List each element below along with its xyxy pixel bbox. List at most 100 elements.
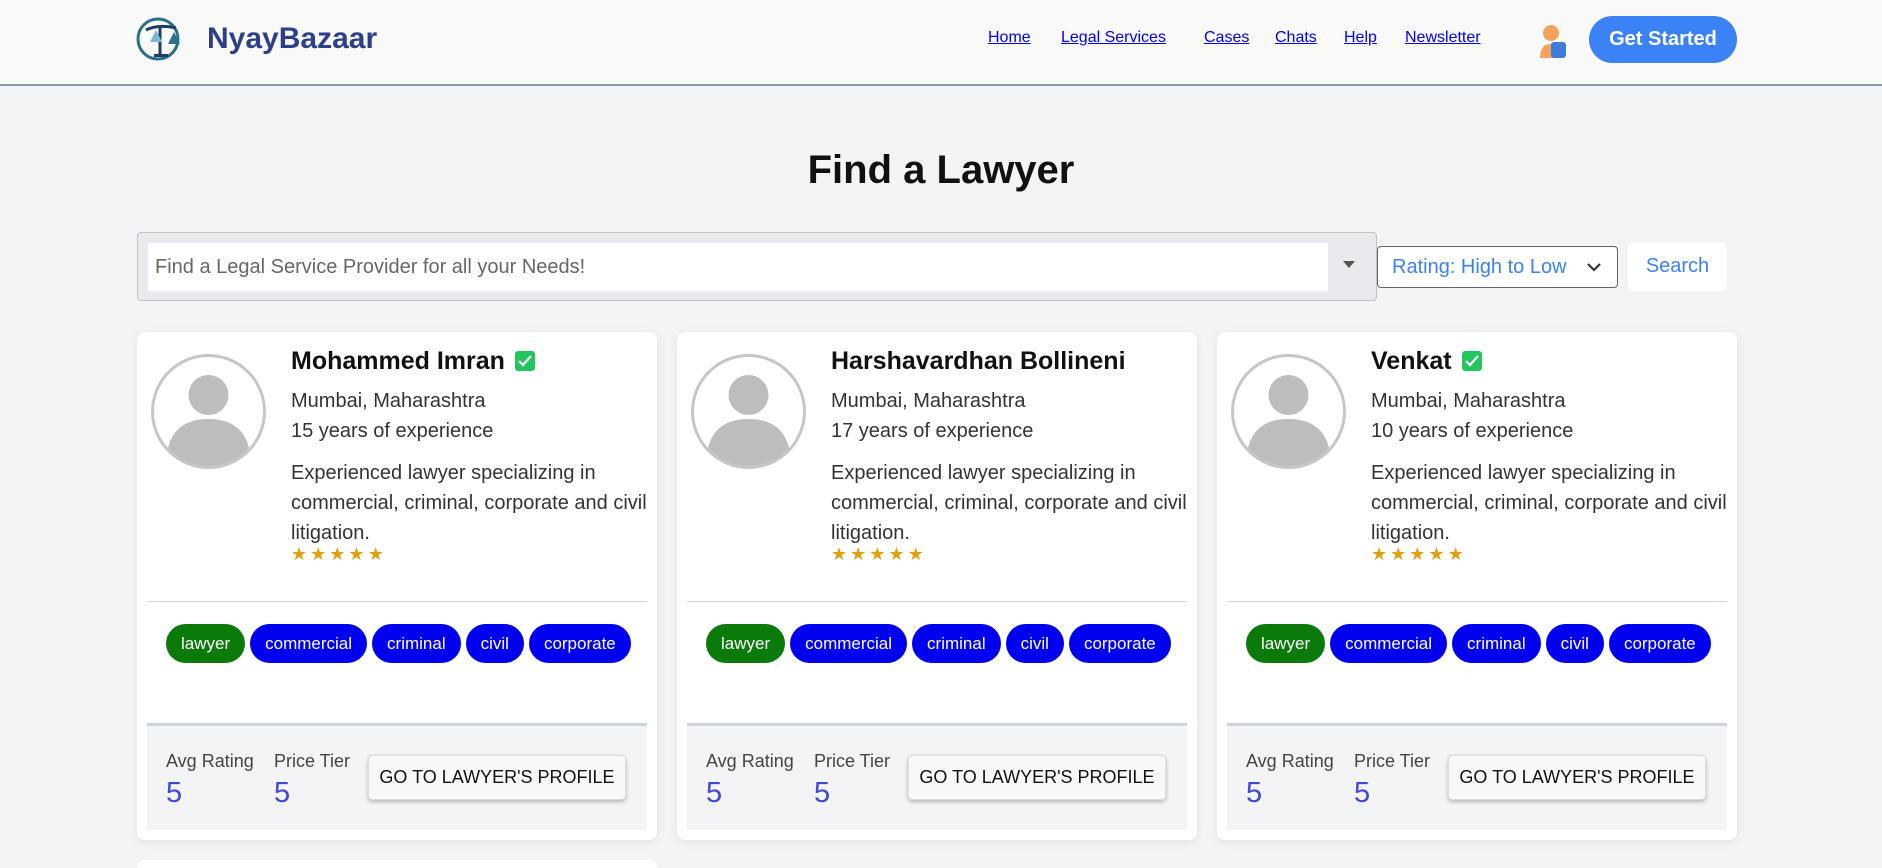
lawyer-location: Mumbai, Maharashtra bbox=[1371, 390, 1566, 412]
tag-lawyer[interactable]: lawyer bbox=[166, 624, 246, 663]
search-button[interactable]: Search bbox=[1628, 242, 1727, 291]
lawyer-card: Venkat Mumbai, Maharashtra 10 years of e… bbox=[1217, 332, 1737, 840]
price-tier-label: Price Tier bbox=[1354, 751, 1431, 771]
tag-civil[interactable]: civil bbox=[465, 624, 524, 663]
get-started-button[interactable]: Get Started bbox=[1589, 16, 1737, 63]
star-icon: ★ bbox=[367, 544, 384, 565]
price-tier-stat: Price Tier 5 bbox=[1354, 751, 1430, 810]
tag-corporate[interactable]: corporate bbox=[528, 624, 631, 663]
lawyer-description: Experienced lawyer specializing in comme… bbox=[291, 462, 647, 544]
avg-rating-value: 5 bbox=[706, 777, 723, 809]
user-icon[interactable] bbox=[1538, 24, 1568, 58]
star-icon: ★ bbox=[907, 544, 924, 565]
lawyer-card-partial bbox=[137, 860, 657, 868]
star-icon: ★ bbox=[831, 544, 848, 565]
avg-rating-stat: Avg Rating 5 bbox=[706, 751, 794, 810]
price-tier-value: 5 bbox=[814, 777, 831, 809]
lawyer-description: Experienced lawyer specializing in comme… bbox=[1371, 462, 1727, 544]
avg-rating-label: Avg Rating bbox=[166, 751, 254, 771]
nav-cases[interactable]: Cases bbox=[1204, 29, 1249, 47]
tag-civil[interactable]: civil bbox=[1545, 624, 1604, 663]
avg-rating-stat: Avg Rating 5 bbox=[166, 751, 254, 810]
avatar bbox=[151, 354, 266, 469]
star-icon: ★ bbox=[850, 544, 867, 565]
divider bbox=[1227, 601, 1727, 602]
tag-commercial[interactable]: commercial bbox=[790, 624, 908, 663]
lawyer-name: Venkat bbox=[1371, 347, 1482, 376]
star-icon: ★ bbox=[310, 544, 327, 565]
tag-corporate[interactable]: corporate bbox=[1068, 624, 1171, 663]
go-to-profile-button[interactable]: GO TO LAWYER'S PROFILE bbox=[1448, 755, 1706, 800]
lawyer-card: Mohammed Imran Mumbai, Maharashtra 15 ye… bbox=[137, 332, 657, 840]
tag-criminal[interactable]: criminal bbox=[1452, 624, 1541, 663]
price-tier-label: Price Tier bbox=[274, 751, 351, 771]
price-tier-value: 5 bbox=[274, 777, 291, 809]
tag-commercial[interactable]: commercial bbox=[1330, 624, 1448, 663]
nav-newsletter[interactable]: Newsletter bbox=[1405, 29, 1481, 47]
nav-help[interactable]: Help bbox=[1344, 29, 1377, 47]
lawyer-experience: 17 years of experience bbox=[831, 420, 1034, 442]
sort-select[interactable]: Rating: High to Low bbox=[1377, 246, 1618, 288]
search-combobox[interactable] bbox=[137, 232, 1377, 301]
lawyer-experience: 15 years of experience bbox=[291, 420, 494, 442]
star-rating: ★ ★ ★ ★ ★ bbox=[1371, 546, 1464, 564]
card-footer: Avg Rating 5 Price Tier 5 GO TO LAWYER'S… bbox=[1227, 723, 1727, 830]
site-header: NyayBazaar Home Legal Services Cases Cha… bbox=[0, 0, 1882, 86]
star-icon: ★ bbox=[348, 544, 365, 565]
divider bbox=[687, 601, 1187, 602]
nav-home[interactable]: Home bbox=[988, 29, 1031, 47]
star-icon: ★ bbox=[1390, 544, 1407, 565]
go-to-profile-button[interactable]: GO TO LAWYER'S PROFILE bbox=[908, 755, 1166, 800]
brand-name[interactable]: NyayBazaar bbox=[207, 22, 377, 56]
avatar bbox=[1231, 354, 1346, 469]
star-icon: ★ bbox=[869, 544, 886, 565]
price-tier-stat: Price Tier 5 bbox=[274, 751, 350, 810]
avatar bbox=[691, 354, 806, 469]
avg-rating-label: Avg Rating bbox=[706, 751, 794, 771]
nav-chats[interactable]: Chats bbox=[1275, 29, 1317, 47]
lawyer-location: Mumbai, Maharashtra bbox=[291, 390, 486, 412]
search-input[interactable] bbox=[148, 243, 1328, 291]
star-rating: ★ ★ ★ ★ ★ bbox=[831, 546, 924, 564]
nav-legal-services[interactable]: Legal Services bbox=[1061, 29, 1166, 47]
tag-civil[interactable]: civil bbox=[1005, 624, 1064, 663]
tag-list: lawyer commercial criminal civil corpora… bbox=[166, 624, 636, 663]
star-icon: ★ bbox=[291, 544, 308, 565]
price-tier-value: 5 bbox=[1354, 777, 1371, 809]
card-footer: Avg Rating 5 Price Tier 5 GO TO LAWYER'S… bbox=[687, 723, 1187, 830]
star-rating: ★ ★ ★ ★ ★ bbox=[291, 546, 384, 564]
lawyer-name: Harshavardhan Bollineni bbox=[831, 347, 1126, 375]
divider bbox=[147, 601, 647, 602]
tag-criminal[interactable]: criminal bbox=[912, 624, 1001, 663]
tag-list: lawyer commercial criminal civil corpora… bbox=[1246, 624, 1716, 663]
avg-rating-stat: Avg Rating 5 bbox=[1246, 751, 1334, 810]
star-icon: ★ bbox=[1447, 544, 1464, 565]
star-icon: ★ bbox=[329, 544, 346, 565]
chevron-down-icon bbox=[1587, 263, 1601, 272]
verified-check-icon bbox=[1461, 351, 1482, 371]
price-tier-label: Price Tier bbox=[814, 751, 891, 771]
card-footer: Avg Rating 5 Price Tier 5 GO TO LAWYER'S… bbox=[147, 723, 647, 830]
tag-list: lawyer commercial criminal civil corpora… bbox=[706, 624, 1176, 663]
verified-check-icon bbox=[514, 351, 535, 371]
lawyer-card: Harshavardhan Bollineni Mumbai, Maharash… bbox=[677, 332, 1197, 840]
tag-criminal[interactable]: criminal bbox=[372, 624, 461, 663]
tag-corporate[interactable]: corporate bbox=[1608, 624, 1711, 663]
avg-rating-value: 5 bbox=[1246, 777, 1263, 809]
star-icon: ★ bbox=[1371, 544, 1388, 565]
go-to-profile-button[interactable]: GO TO LAWYER'S PROFILE bbox=[368, 755, 626, 800]
lawyer-name: Mohammed Imran bbox=[291, 347, 535, 376]
avg-rating-label: Avg Rating bbox=[1246, 751, 1334, 771]
tag-lawyer[interactable]: lawyer bbox=[706, 624, 786, 663]
tag-commercial[interactable]: commercial bbox=[250, 624, 368, 663]
star-icon: ★ bbox=[1409, 544, 1426, 565]
sort-select-value: Rating: High to Low bbox=[1392, 255, 1567, 278]
star-icon: ★ bbox=[888, 544, 905, 565]
avg-rating-value: 5 bbox=[166, 777, 183, 809]
scales-logo-icon[interactable] bbox=[136, 16, 188, 62]
caret-down-icon[interactable] bbox=[1343, 261, 1355, 268]
price-tier-stat: Price Tier 5 bbox=[814, 751, 890, 810]
lawyer-experience: 10 years of experience bbox=[1371, 420, 1574, 442]
tag-lawyer[interactable]: lawyer bbox=[1246, 624, 1326, 663]
lawyer-location: Mumbai, Maharashtra bbox=[831, 390, 1026, 412]
